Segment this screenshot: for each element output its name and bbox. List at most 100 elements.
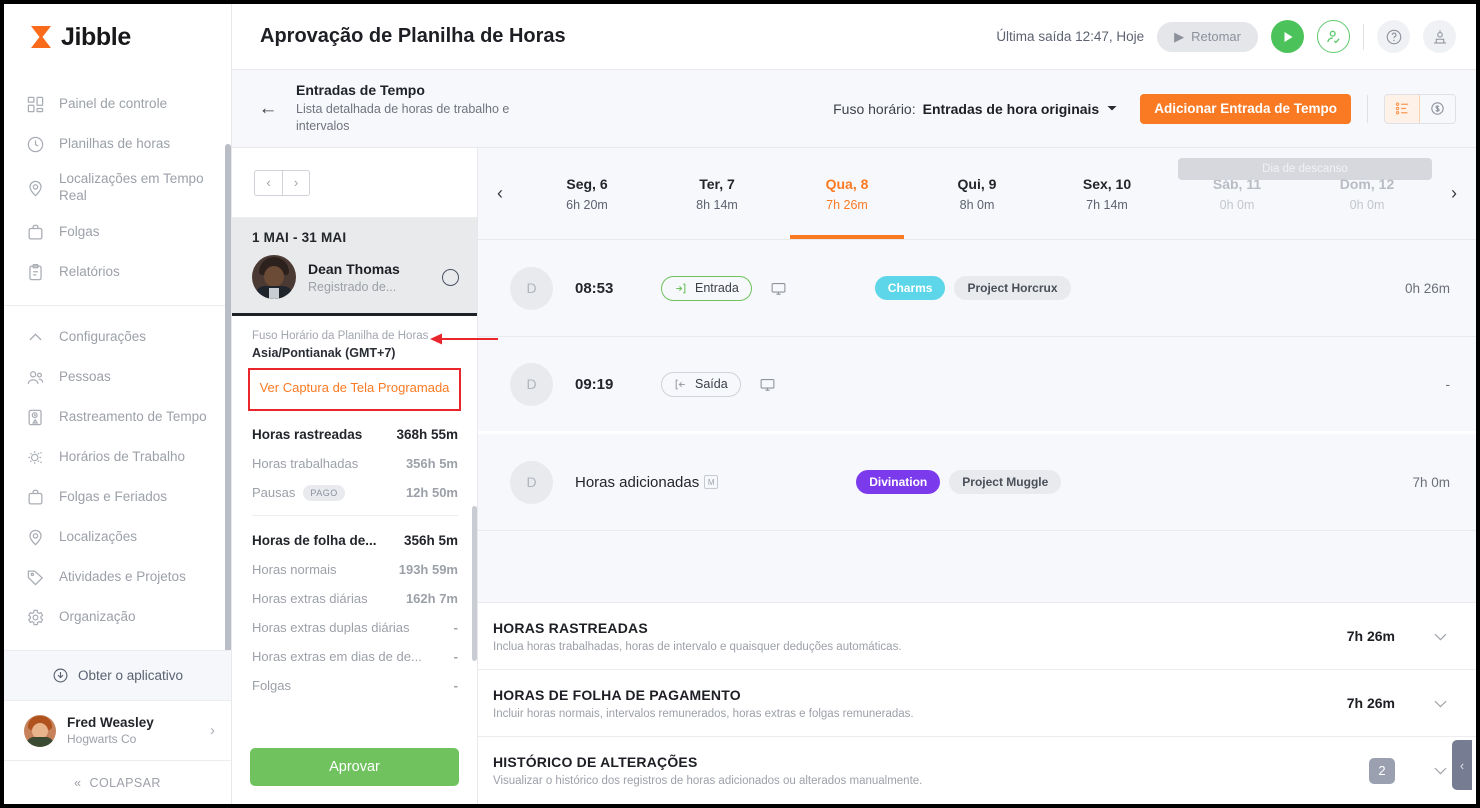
chevron-down-icon[interactable] [1431,694,1450,713]
settings-button[interactable] [1423,20,1456,53]
day-hours: 7h 26m [826,198,868,212]
cost-view-toggle[interactable] [1420,95,1455,123]
play-small-icon: ▶ [1174,29,1184,45]
timesheet-right-panel: ‹ Seg, 6 6h 20m Ter, 7 8h 14m Qua, 8 7h [478,148,1476,804]
prev-week-button[interactable]: ‹ [478,148,522,239]
time-entry-row[interactable]: D 08:53 Entrada [478,240,1476,337]
sidebar-item-activities-projects[interactable]: Atividades e Projetos [4,557,231,597]
stat-value: 162h 7m [398,591,458,606]
clock-icon [26,135,45,154]
sidebar-divider [4,305,231,306]
day-name: Dom, 12 [1340,176,1394,192]
sidebar-item-timeoff[interactable]: Folgas [4,212,231,252]
entry-time: 09:19 [575,376,661,393]
list-view-toggle[interactable] [1385,95,1420,123]
summary-title: HORAS DE FOLHA DE PAGAMENTO [493,687,914,703]
get-app-button[interactable]: Obter o aplicativo [4,650,231,700]
day-tab[interactable]: Sex, 10 7h 14m [1042,148,1172,239]
sidebar-item-timesheets[interactable]: Planilhas de horas [4,124,231,164]
help-button[interactable] [1377,20,1410,53]
sidebar-item-live-locations[interactable]: Localizações em Tempo Real [4,164,231,212]
sidebar-item-settings[interactable]: Configurações [4,317,231,357]
sidebar-user-row[interactable]: Fred Weasley Hogwarts Co › [4,700,231,760]
time-tracking-icon [26,408,45,427]
left-panel-scrollbar[interactable] [472,506,477,661]
day-hours: 0h 0m [1350,198,1385,212]
day-tab[interactable]: Seg, 6 6h 20m [522,148,652,239]
add-time-entry-button[interactable]: Adicionar Entrada de Tempo [1140,94,1351,124]
stat-value: - [446,620,458,635]
divider [1367,95,1368,123]
activity-tag[interactable]: Charms [875,276,946,300]
day-tab[interactable]: Qui, 9 8h 0m [912,148,1042,239]
time-entry-row[interactable]: D Horas adicionadas M Divination Project… [478,434,1476,531]
brand-logo[interactable]: Jibble [4,4,231,70]
summary-payroll-hours[interactable]: HORAS DE FOLHA DE PAGAMENTO Incluir hora… [478,670,1476,737]
avatar: D [510,267,553,310]
people-icon [26,368,45,387]
summary-tracked-hours[interactable]: HORAS RASTREADAS Inclua horas trabalhada… [478,603,1476,670]
entry-label-text: Horas adicionadas [575,474,699,491]
next-period-button[interactable]: › [282,170,310,196]
time-entry-row[interactable]: D 09:19 Saída [478,337,1476,434]
day-tab-selected[interactable]: Qua, 8 7h 26m [782,148,912,239]
main-area: Aprovação de Planilha de Horas Última sa… [232,4,1476,804]
summary-sections: HORAS RASTREADAS Inclua horas trabalhada… [478,602,1476,804]
sidebar-item-locations[interactable]: Localizações [4,517,231,557]
day-tab[interactable]: Ter, 7 8h 14m [652,148,782,239]
sidebar-item-people[interactable]: Pessoas [4,357,231,397]
prev-period-button[interactable]: ‹ [254,170,282,196]
sidebar-item-reports[interactable]: Relatórios [4,252,231,292]
stat-label: Horas normais [252,562,337,577]
period-nav: ‹ › [232,148,477,218]
summary-text: HORAS DE FOLHA DE PAGAMENTO Incluir hora… [493,687,914,720]
stat-value: - [446,649,458,664]
entry-type-label: Entrada [695,281,739,295]
entry-type-badge-in: Entrada [661,276,752,301]
sidebar-item-dashboard[interactable]: Painel de controle [4,84,231,124]
sidebar-scrollbar[interactable] [225,144,231,650]
divider [1363,24,1364,50]
stat-label: Horas de folha de... [252,533,377,548]
summary-title: HISTÓRICO DE ALTERAÇÕES [493,754,922,770]
sidebar-item-schedules[interactable]: Horários de Trabalho [4,437,231,477]
chevron-down-icon[interactable] [1431,627,1450,646]
divider [252,515,458,516]
avatar: D [510,363,553,406]
day-tab[interactable]: Dom, 12 0h 0m [1302,148,1432,239]
summary-description: Inclua horas trabalhadas, horas de inter… [493,641,902,653]
project-tag[interactable]: Project Horcrux [954,276,1070,300]
collapse-sidebar-button[interactable]: « COLAPSAR [4,760,231,804]
back-arrow-icon[interactable]: ← [254,98,282,120]
day-tab[interactable]: Dia de descanso Sáb, 11 0h 0m [1172,148,1302,239]
last-clock-out-text: Última saída 12:47, Hoje [996,29,1144,44]
resume-button[interactable]: ▶ Retomar [1157,22,1258,52]
summary-change-history[interactable]: HISTÓRICO DE ALTERAÇÕES Visualizar o his… [478,737,1476,804]
activity-tag[interactable]: Divination [856,470,940,494]
expand-panel-tab[interactable]: ‹ [1452,740,1472,790]
view-scheduled-screenshot-link[interactable]: Ver Captura de Tela Programada [248,368,461,411]
timezone-dropdown[interactable]: Fuso horário: Entradas de hora originais [833,101,1118,117]
summary-value: 7h 26m [1347,695,1395,711]
person-check-button[interactable] [1317,20,1350,53]
entry-duration: 7h 0m [1412,475,1450,490]
day-hours: 8h 14m [696,198,738,212]
day-name: Qui, 9 [958,176,997,192]
day-hours: 8h 0m [960,198,995,212]
stat-label: Horas extras em dias de de... [252,649,422,664]
stat-value: 356h 5m [396,533,458,548]
start-timer-button[interactable] [1271,20,1304,53]
sidebar-item-organization[interactable]: Organização [4,597,231,637]
stat-row: Horas de folha de... 356h 5m [252,533,458,548]
chevron-down-icon[interactable] [1431,761,1450,780]
sidebar-item-label: Folgas [59,224,100,241]
approve-button[interactable]: Aprovar [250,748,459,786]
next-week-button[interactable]: › [1432,148,1476,239]
project-tag[interactable]: Project Muggle [949,470,1061,494]
schedule-icon [26,448,45,467]
sidebar-item-label: Pessoas [59,369,111,386]
person-select-radio[interactable] [442,269,459,286]
person-card[interactable]: 1 MAI - 31 MAI Dean Thomas Registrado de… [232,218,477,316]
sidebar-item-timeoff-holidays[interactable]: Folgas e Feriados [4,477,231,517]
sidebar-item-time-tracking[interactable]: Rastreamento de Tempo [4,397,231,437]
